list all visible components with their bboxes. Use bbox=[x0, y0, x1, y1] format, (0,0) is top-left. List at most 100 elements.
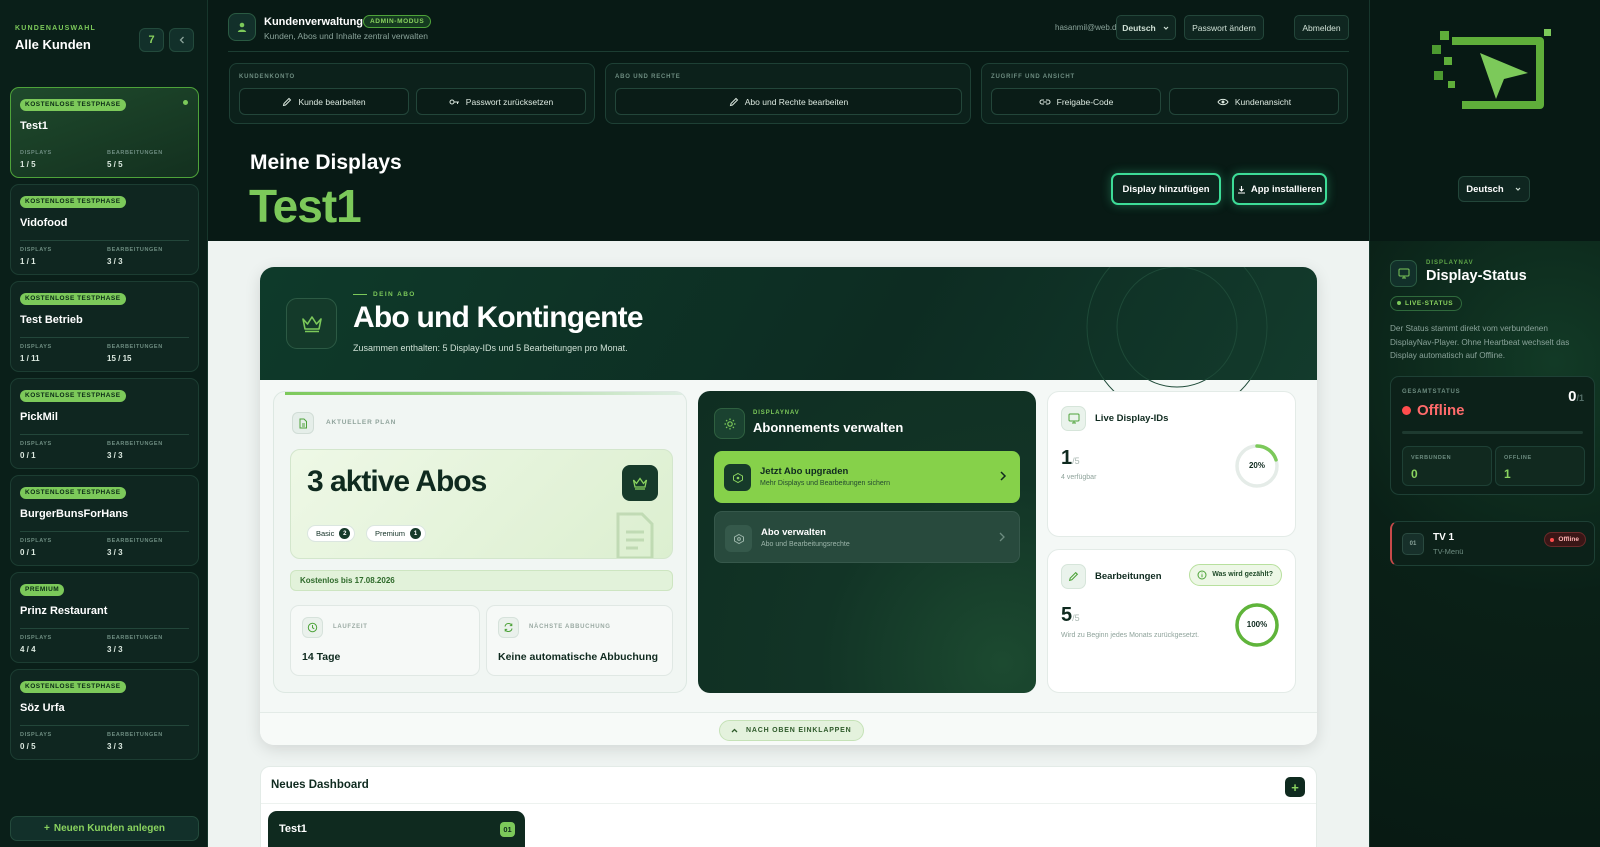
offline-dot bbox=[1402, 406, 1411, 415]
edits-value: 15 / 15 bbox=[107, 354, 132, 363]
link-icon bbox=[1039, 99, 1051, 104]
manage-subscription-button[interactable]: Abo verwalten Abo und Bearbeitungsrechte bbox=[714, 511, 1020, 563]
customer-card-test-betrieb[interactable]: KOSTENLOSE TESTPHASE Test Betrieb DISPLA… bbox=[10, 281, 199, 372]
install-app-button[interactable]: App installieren bbox=[1232, 173, 1327, 205]
status-title: Display-Status bbox=[1426, 268, 1527, 284]
reset-password-button[interactable]: Passwort zurücksetzen bbox=[416, 88, 586, 115]
download-icon bbox=[1237, 185, 1245, 194]
customer-card-pickmil[interactable]: KOSTENLOSE TESTPHASE PickMil DISPLAYS 0 … bbox=[10, 378, 199, 469]
device-row[interactable]: 01 TV 1 TV-Menü Offline bbox=[1390, 521, 1595, 566]
live-value: 1/5 bbox=[1061, 447, 1080, 470]
edit-subscription-label: Abo und Rechte bearbeiten bbox=[744, 96, 849, 107]
edits-value: 3 / 3 bbox=[107, 451, 123, 460]
main-content: DEIN ABO Abo und Kontingente Zusammen en… bbox=[208, 241, 1369, 847]
status-description: Der Status stammt direkt vom verbundenen… bbox=[1390, 324, 1570, 360]
gear-icon bbox=[714, 408, 745, 439]
customer-name: Test Betrieb bbox=[20, 314, 83, 326]
group-label: KUNDENKONTO bbox=[239, 74, 296, 80]
customer-card-vidofood[interactable]: KOSTENLOSE TESTPHASE Vidofood DISPLAYS 1… bbox=[10, 184, 199, 275]
chevron-down-icon bbox=[1163, 26, 1169, 30]
logout-button[interactable]: Abmelden bbox=[1294, 15, 1349, 40]
upgrade-subtitle: Mehr Displays und Bearbeitungen sichern bbox=[760, 480, 890, 487]
device-number: 01 bbox=[1402, 533, 1424, 555]
customer-view-button[interactable]: Kundenansicht bbox=[1169, 88, 1339, 115]
offline-value: 1 bbox=[1504, 467, 1511, 481]
user-icon bbox=[228, 13, 256, 41]
customer-sidebar: KUNDENAUSWAHL Alle Kunden 7 KOSTENLOSE T… bbox=[0, 0, 208, 847]
plan-badge: PREMIUM bbox=[20, 584, 65, 596]
change-password-button[interactable]: Passwort ändern bbox=[1184, 15, 1264, 40]
document-icon bbox=[292, 412, 314, 434]
collapse-up-button[interactable]: NACH OBEN EINKLAPPEN bbox=[719, 720, 865, 741]
panel-language-value: Deutsch bbox=[1466, 183, 1504, 195]
edits-label: BEARBEITUNGEN bbox=[107, 150, 163, 156]
what-is-counted-label: Was wird gezählt? bbox=[1212, 571, 1273, 578]
pencil-icon bbox=[1061, 564, 1086, 589]
pencil-icon bbox=[729, 97, 738, 106]
displays-value: 1 / 5 bbox=[20, 160, 36, 169]
status-kicker: DISPLAYNAV bbox=[1426, 260, 1474, 266]
add-customer-button[interactable]: + Neuen Kunden anlegen bbox=[10, 816, 199, 841]
edit-subscription-button[interactable]: Abo und Rechte bearbeiten bbox=[615, 88, 962, 115]
displaynav-logo bbox=[1432, 29, 1551, 109]
page-subtitle: Kunden, Abos und Inhalte zentral verwalt… bbox=[264, 31, 428, 41]
share-code-label: Freigabe-Code bbox=[1056, 96, 1114, 107]
edits-label: BEARBEITUNGEN bbox=[107, 344, 163, 350]
next-billing-tile: NÄCHSTE ABBUCHUNG Keine automatische Abb… bbox=[486, 605, 673, 676]
displays-value: 0 / 1 bbox=[20, 548, 36, 557]
dashboard-card-name: Test1 bbox=[279, 823, 307, 835]
sidebar-kicker: KUNDENAUSWAHL bbox=[15, 25, 96, 32]
subscription-header: DEIN ABO Abo und Kontingente Zusammen en… bbox=[260, 267, 1317, 418]
connected-label: VERBUNDEN bbox=[1411, 455, 1452, 461]
manage-title: Abonnements verwalten bbox=[753, 420, 904, 435]
chevron-left-icon bbox=[179, 36, 184, 44]
subscription-rights-group: ABO UND RECHTE Abo und Rechte bearbeiten bbox=[605, 63, 971, 124]
runtime-tile: LAUFZEIT 14 Tage bbox=[290, 605, 480, 676]
online-count-max: /1 bbox=[1576, 393, 1584, 403]
what-is-counted-button[interactable]: Was wird gezählt? bbox=[1189, 564, 1282, 586]
displays-label: DISPLAYS bbox=[20, 732, 52, 738]
chip-label: Basic bbox=[316, 529, 335, 538]
device-menu: TV-Menü bbox=[1433, 547, 1464, 556]
customer-card-burgerbuns[interactable]: KOSTENLOSE TESTPHASE BurgerBunsForHans D… bbox=[10, 475, 199, 566]
upgrade-subscription-button[interactable]: Jetzt Abo upgraden Mehr Displays und Bea… bbox=[714, 451, 1020, 503]
customer-card-test1[interactable]: KOSTENLOSE TESTPHASE Test1 DISPLAYS 1 / … bbox=[10, 87, 199, 178]
edits-label: BEARBEITUNGEN bbox=[107, 732, 163, 738]
plan-label: AKTUELLER PLAN bbox=[326, 419, 397, 426]
edit-customer-button[interactable]: Kunde bearbeiten bbox=[239, 88, 409, 115]
customer-name: PickMil bbox=[20, 411, 58, 423]
panel-language-select[interactable]: Deutsch bbox=[1458, 176, 1530, 202]
displays-label: DISPLAYS bbox=[20, 344, 52, 350]
displays-heading: Meine Displays bbox=[250, 151, 402, 174]
displays-value: 1 / 11 bbox=[20, 354, 40, 363]
share-code-button[interactable]: Freigabe-Code bbox=[991, 88, 1161, 115]
customer-card-prinz-restaurant[interactable]: PREMIUM Prinz Restaurant DISPLAYS 4 / 4 … bbox=[10, 572, 199, 663]
add-dashboard-button[interactable]: + bbox=[1285, 777, 1305, 797]
edits-label: BEARBEITUNGEN bbox=[107, 538, 163, 544]
customer-card-soz-urfa[interactable]: KOSTENLOSE TESTPHASE Söz Urfa DISPLAYS 0… bbox=[10, 669, 199, 760]
edits-max: /5 bbox=[1072, 613, 1080, 623]
plus-icon: + bbox=[44, 823, 50, 834]
subscription-kicker: DEIN ABO bbox=[353, 291, 416, 298]
dashboard-card[interactable]: Test1 01 bbox=[268, 811, 525, 847]
customer-name: Test1 bbox=[20, 120, 48, 132]
add-display-button[interactable]: Display hinzufügen bbox=[1111, 173, 1221, 205]
customer-name: Vidofood bbox=[20, 217, 68, 229]
crown-icon bbox=[622, 465, 658, 501]
edits-count: 5 bbox=[1061, 604, 1073, 626]
language-value: Deutsch bbox=[1122, 22, 1156, 33]
admin-header: Kundenverwaltung ADMIN-MODUS Kunden, Abo… bbox=[208, 0, 1369, 241]
chip-label: Premium bbox=[375, 529, 406, 538]
pencil-icon bbox=[283, 97, 292, 106]
language-select[interactable]: Deutsch bbox=[1116, 15, 1176, 40]
edits-label: BEARBEITUNGEN bbox=[107, 247, 163, 253]
active-dot bbox=[183, 100, 188, 105]
card-divider bbox=[20, 531, 189, 532]
collapse-sidebar-button[interactable] bbox=[169, 28, 194, 52]
next-billing-label: NÄCHSTE ABBUCHUNG bbox=[529, 624, 611, 630]
live-display-ids-card: Live Display-IDs 1/5 4 verfügbar 20% bbox=[1047, 391, 1296, 537]
card-divider bbox=[20, 240, 189, 241]
refresh-icon bbox=[498, 617, 519, 638]
live-count: 1 bbox=[1061, 447, 1073, 469]
group-label: ABO UND RECHTE bbox=[615, 74, 681, 80]
